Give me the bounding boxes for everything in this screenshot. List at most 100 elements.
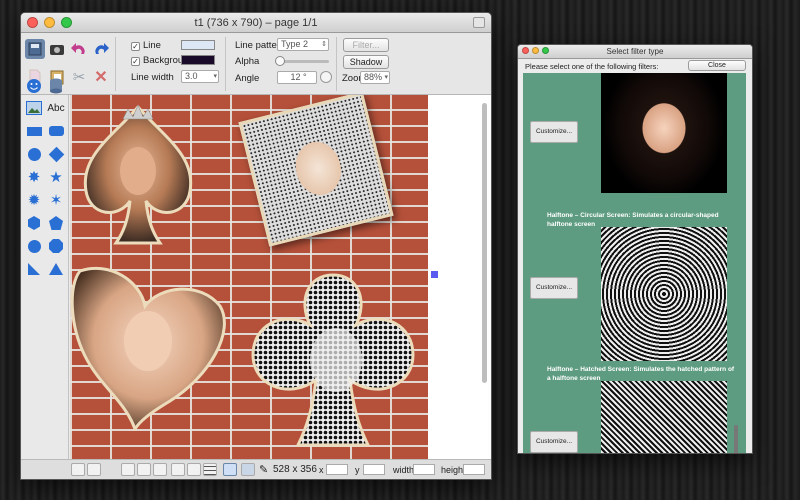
grid-icon[interactable] xyxy=(203,463,217,476)
angle-field[interactable]: 12 ° xyxy=(277,71,317,84)
line-pattern-select[interactable]: Type 2 ⇕ xyxy=(277,38,329,51)
pentagon-icon[interactable] xyxy=(47,214,65,232)
y-field[interactable] xyxy=(363,464,385,475)
x-label: x xyxy=(319,465,324,475)
filter-list-item[interactable]: Customize... xyxy=(523,227,741,361)
triangle-icon[interactable] xyxy=(47,260,65,278)
burst-icon[interactable]: ✹ xyxy=(25,191,43,209)
filter-prompt: Please select one of the following filte… xyxy=(525,62,659,71)
rounded-rectangle-icon[interactable] xyxy=(47,122,65,140)
minimize-window-button[interactable] xyxy=(532,47,539,54)
club-photo-frame[interactable] xyxy=(238,265,428,461)
height-label: height xyxy=(441,465,466,475)
filter-list-scrollbar[interactable] xyxy=(734,425,738,453)
close-window-button[interactable] xyxy=(27,17,38,28)
filter-titlebar: Select filter type xyxy=(518,45,752,59)
hexagram-icon[interactable]: ✶ xyxy=(47,191,65,209)
maximize-window-button[interactable] xyxy=(61,17,72,28)
chevron-down-icon: ▾ xyxy=(213,73,217,80)
filter-list[interactable]: Customize... Halftone – Circular Screen:… xyxy=(523,73,746,453)
toolbar-separator xyxy=(115,37,116,91)
filter-header: Please select one of the following filte… xyxy=(518,59,752,73)
main-window: t1 (736 x 790) – page 1/1 ✂ ✕ ✓ Line ✓ B… xyxy=(20,12,492,480)
line-color-swatch[interactable] xyxy=(181,40,215,50)
star-icon[interactable]: ✸ xyxy=(25,168,43,186)
spade-photo-frame[interactable] xyxy=(78,101,198,251)
selection-handle[interactable] xyxy=(431,271,438,278)
y-label: y xyxy=(355,465,360,475)
image-view-icon[interactable] xyxy=(223,463,237,476)
vertical-scrollbar[interactable] xyxy=(482,103,487,383)
align-center-icon[interactable] xyxy=(87,463,101,476)
image-icon[interactable] xyxy=(25,99,43,117)
alpha-slider-knob[interactable] xyxy=(275,56,285,66)
filter-list-item[interactable]: Customize... xyxy=(523,381,741,453)
distribute-icon[interactable] xyxy=(153,463,167,476)
angle-value: 12 ° xyxy=(290,72,307,82)
diamond-icon[interactable] xyxy=(47,145,65,163)
text-tool[interactable]: Abc xyxy=(45,99,67,117)
hexagon-icon[interactable] xyxy=(25,214,43,232)
heart-photo-frame[interactable] xyxy=(70,261,230,431)
minimize-window-button[interactable] xyxy=(44,17,55,28)
x-field[interactable] xyxy=(326,464,348,475)
filter-preview-image xyxy=(601,227,727,361)
undo-icon[interactable] xyxy=(69,39,89,59)
height-field[interactable] xyxy=(463,464,485,475)
toolbar-toggle-button[interactable] xyxy=(473,17,485,28)
layer-icon[interactable] xyxy=(241,463,255,476)
chevron-down-icon: ▾ xyxy=(384,74,388,81)
document-title: t1 (736 x 790) – page 1/1 xyxy=(194,17,318,29)
eyedropper-icon[interactable]: ✎ xyxy=(259,463,268,476)
right-triangle-icon[interactable] xyxy=(25,260,43,278)
distribute-icon[interactable] xyxy=(121,463,135,476)
camera-icon[interactable] xyxy=(47,39,67,59)
status-bar: ✎ 528 x 356 x y width height xyxy=(21,459,491,479)
line-checkbox[interactable]: ✓ Line xyxy=(131,40,161,51)
align-left-icon[interactable] xyxy=(71,463,85,476)
maximize-window-button[interactable] xyxy=(542,47,549,54)
line-width-select[interactable]: 3.0 ▾ xyxy=(181,70,219,83)
star-icon[interactable]: ★ xyxy=(47,168,65,186)
zoom-select[interactable]: 88% ▾ xyxy=(360,71,390,84)
width-field[interactable] xyxy=(413,464,435,475)
toolbar-separator xyxy=(336,37,337,91)
alpha-slider[interactable] xyxy=(275,56,329,66)
zoom-value: 88% xyxy=(364,72,383,82)
send-back-icon[interactable] xyxy=(187,463,201,476)
circle-icon[interactable] xyxy=(25,145,43,163)
shadow-button[interactable]: Shadow xyxy=(343,55,389,69)
smiley-icon[interactable] xyxy=(25,77,43,95)
filter-window: Select filter type Please select one of … xyxy=(517,44,753,454)
bring-front-icon[interactable] xyxy=(171,463,185,476)
filter-button[interactable]: Filter... xyxy=(343,38,389,52)
octagon-icon[interactable] xyxy=(47,237,65,255)
filter-window-title: Select filter type xyxy=(606,47,664,56)
save-icon[interactable] xyxy=(25,39,45,59)
background-color-swatch[interactable] xyxy=(181,55,215,65)
close-window-button[interactable] xyxy=(522,47,529,54)
chevron-updown-icon: ⇕ xyxy=(321,41,327,48)
customize-button[interactable]: Customize... xyxy=(530,431,578,453)
main-titlebar: t1 (736 x 790) – page 1/1 xyxy=(21,13,491,33)
canvas-area xyxy=(70,95,491,461)
shape-palette: Abc ✸ ★ ✹ ✶ xyxy=(21,78,69,461)
angle-dial[interactable] xyxy=(320,71,332,83)
document-canvas[interactable] xyxy=(70,95,428,461)
customize-button[interactable]: Customize... xyxy=(530,277,578,299)
database-icon[interactable] xyxy=(47,77,65,95)
scissors-icon[interactable]: ✂ xyxy=(69,67,89,87)
alpha-label: Alpha xyxy=(235,56,260,67)
filter-list-item[interactable]: Customize... xyxy=(523,73,741,193)
close-button[interactable]: Close xyxy=(688,60,746,71)
canvas-size-text: 528 x 356 xyxy=(273,464,317,475)
filter-preview-image xyxy=(601,381,727,453)
delete-icon[interactable]: ✕ xyxy=(91,67,111,87)
redo-icon[interactable] xyxy=(91,39,111,59)
line-pattern-value: Type 2 xyxy=(281,39,309,49)
distribute-icon[interactable] xyxy=(137,463,151,476)
rectangle-icon[interactable] xyxy=(25,122,43,140)
customize-button[interactable]: Customize... xyxy=(530,121,578,143)
circle-icon[interactable] xyxy=(25,237,43,255)
toolbar: ✂ ✕ ✓ Line ✓ Background Line width 3.0 ▾ Li… xyxy=(21,33,491,95)
